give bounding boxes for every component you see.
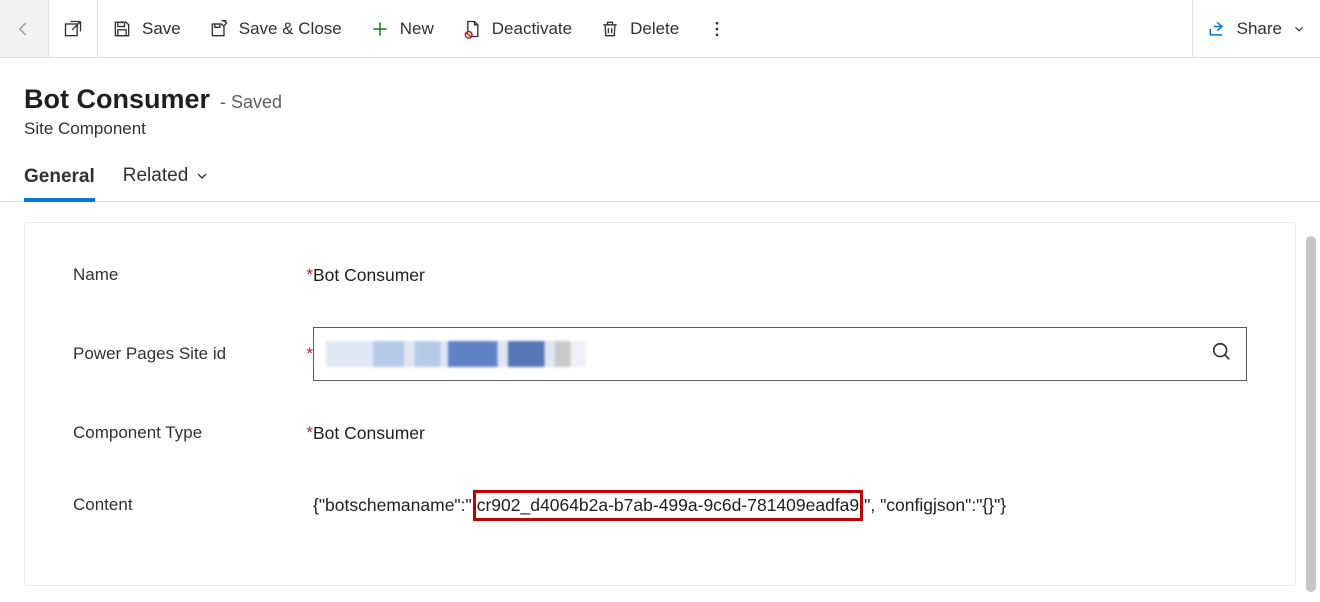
- back-arrow-icon: [14, 19, 34, 39]
- command-bar-left: Save Save & Close New Deactivate Delete: [0, 0, 1192, 57]
- required-indicator: *: [306, 423, 313, 443]
- share-button[interactable]: Share: [1193, 0, 1320, 57]
- save-close-icon: [209, 19, 229, 39]
- more-vertical-icon: [707, 19, 727, 39]
- content-highlighted-schema-name: cr902_d4064b2a-b7ab-499a-9c6d-781409eadf…: [473, 490, 863, 521]
- command-bar: Save Save & Close New Deactivate Delete: [0, 0, 1320, 58]
- plus-icon: [370, 19, 390, 39]
- site-id-lookup[interactable]: [313, 327, 1247, 381]
- page-title: Bot Consumer: [24, 84, 210, 115]
- site-id-label: Power Pages Site id: [73, 344, 226, 364]
- save-label: Save: [142, 19, 181, 39]
- tab-related[interactable]: Related: [123, 165, 211, 201]
- lookup-search-button[interactable]: [1210, 342, 1234, 366]
- name-value[interactable]: Bot Consumer: [313, 265, 1247, 286]
- required-indicator: *: [306, 265, 313, 285]
- new-button[interactable]: New: [356, 0, 448, 57]
- component-type-label: Component Type: [73, 423, 202, 443]
- content-label: Content: [73, 495, 133, 515]
- save-icon: [112, 19, 132, 39]
- component-type-value[interactable]: Bot Consumer: [313, 423, 1247, 444]
- content-value[interactable]: {"botschemaname":"cr902_d4064b2a-b7ab-49…: [313, 490, 1247, 521]
- field-row-site-id: Power Pages Site id *: [73, 327, 1247, 381]
- save-button[interactable]: Save: [98, 0, 195, 57]
- tab-related-label: Related: [123, 165, 189, 187]
- content-suffix: ", "configjson":"{}"}: [864, 495, 1006, 516]
- deactivate-icon: [462, 19, 482, 39]
- vertical-scrollbar[interactable]: [1306, 236, 1316, 592]
- form-card: Name * Bot Consumer Power Pages Site id …: [24, 222, 1296, 586]
- field-row-component-type: Component Type * Bot Consumer: [73, 413, 1247, 453]
- popout-icon: [63, 19, 83, 39]
- search-icon: [1211, 341, 1233, 368]
- trash-icon: [600, 19, 620, 39]
- share-label: Share: [1237, 19, 1282, 39]
- field-row-content: Content {"botschemaname":"cr902_d4064b2a…: [73, 485, 1247, 525]
- share-icon: [1207, 19, 1227, 39]
- site-id-value-redacted: [326, 341, 586, 367]
- command-bar-right: Share: [1192, 0, 1320, 57]
- delete-label: Delete: [630, 19, 679, 39]
- form-scroll-region: Name * Bot Consumer Power Pages Site id …: [0, 202, 1320, 588]
- popout-button[interactable]: [49, 0, 97, 57]
- save-status: - Saved: [220, 92, 282, 113]
- deactivate-button[interactable]: Deactivate: [448, 0, 586, 57]
- new-label: New: [400, 19, 434, 39]
- overflow-button[interactable]: [693, 0, 741, 57]
- tab-bar: General Related: [0, 153, 1320, 202]
- chevron-down-icon: [1292, 22, 1306, 36]
- field-row-name: Name * Bot Consumer: [73, 255, 1247, 295]
- chevron-down-icon: [194, 168, 210, 184]
- back-button[interactable]: [0, 0, 48, 57]
- entity-name: Site Component: [24, 119, 1296, 139]
- save-close-button[interactable]: Save & Close: [195, 0, 356, 57]
- delete-button[interactable]: Delete: [586, 0, 693, 57]
- save-close-label: Save & Close: [239, 19, 342, 39]
- deactivate-label: Deactivate: [492, 19, 572, 39]
- content-prefix: {"botschemaname":": [313, 495, 472, 516]
- name-label: Name: [73, 265, 118, 285]
- tab-general[interactable]: General: [24, 166, 95, 202]
- form-header: Bot Consumer - Saved Site Component: [0, 58, 1320, 153]
- required-indicator: *: [306, 344, 313, 364]
- tab-general-label: General: [24, 166, 95, 188]
